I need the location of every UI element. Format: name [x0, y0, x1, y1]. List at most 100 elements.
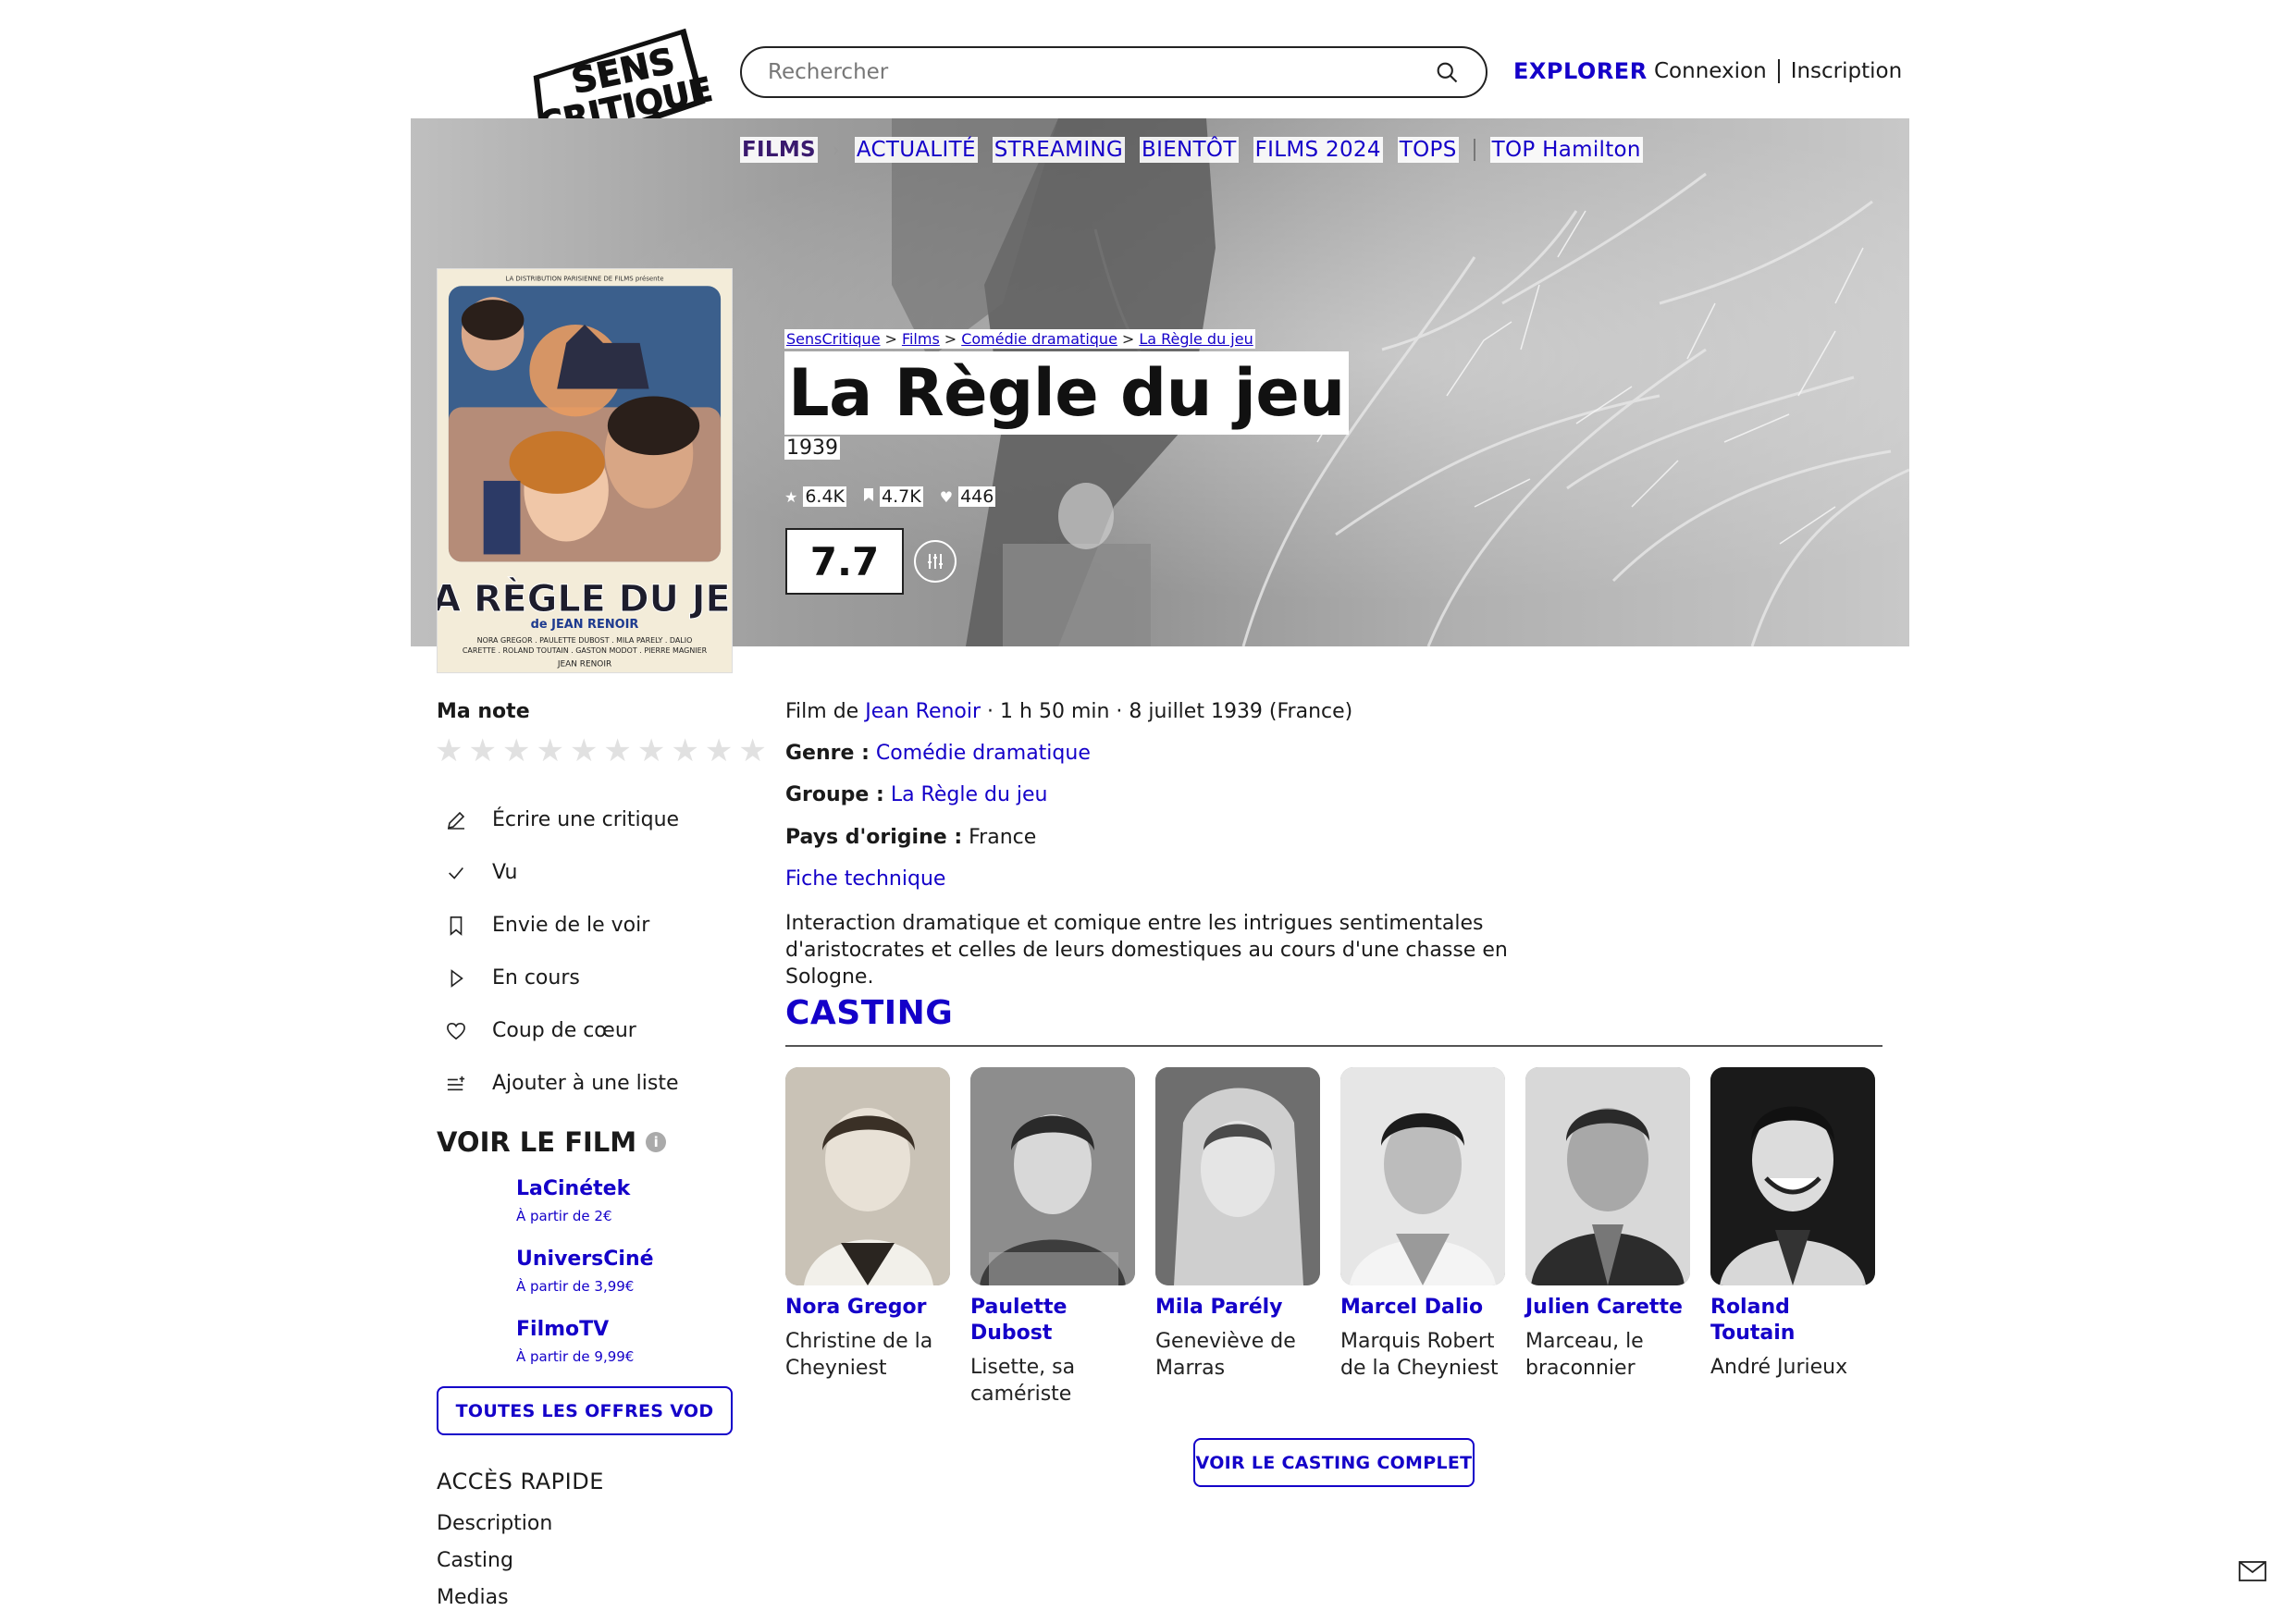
check-icon: [444, 861, 468, 885]
rating-star-icon[interactable]: ★: [738, 734, 766, 768]
page-title: La Règle du jeu: [784, 351, 1349, 435]
wishlist-button[interactable]: Envie de le voir: [444, 899, 679, 952]
nav-films-2024[interactable]: FILMS 2024: [1253, 137, 1383, 163]
actor-name[interactable]: Paulette Dubost: [970, 1295, 1135, 1346]
my-rating-label: Ma note: [437, 700, 530, 723]
chevron-right-icon: ›: [832, 139, 840, 161]
add-to-list-button[interactable]: Ajouter à une liste: [444, 1057, 679, 1110]
cast-card[interactable]: Mila Parély Geneviève de Marras: [1155, 1067, 1320, 1382]
full-casting-button[interactable]: VOIR LE CASTING COMPLET: [1193, 1438, 1475, 1487]
mail-icon[interactable]: [2239, 1561, 2266, 1581]
heart-icon: ♥: [939, 487, 954, 506]
nav-streaming[interactable]: STREAMING: [992, 137, 1126, 163]
rating-star-icon[interactable]: ★: [570, 734, 598, 768]
svg-text:JEAN RENOIR: JEAN RENOIR: [557, 660, 611, 670]
star-icon: ★: [784, 487, 798, 506]
actor-name[interactable]: Roland Toutain: [1710, 1295, 1875, 1346]
actor-name[interactable]: Julien Carette: [1525, 1295, 1690, 1321]
seen-button[interactable]: Vu: [444, 846, 679, 899]
group-link[interactable]: La Règle du jeu: [891, 783, 1048, 806]
rating-star-icon[interactable]: ★: [468, 734, 496, 768]
character-name: Christine de la Cheyniest: [785, 1330, 933, 1380]
cast-card[interactable]: Paulette Dubost Lisette, sa camériste: [970, 1067, 1135, 1408]
nav-films[interactable]: FILMS: [740, 137, 818, 163]
actor-name[interactable]: Nora Gregor: [785, 1295, 950, 1321]
svg-text:NORA GREGOR . PAULETTE DUBOST: NORA GREGOR . PAULETTE DUBOST . MILA PAR…: [477, 636, 693, 645]
rating-star-icon[interactable]: ★: [705, 734, 733, 768]
list-add-icon: [444, 1072, 468, 1096]
auth-divider: [1777, 59, 1780, 83]
in-progress-button[interactable]: En cours: [444, 952, 679, 1004]
quick-access-description[interactable]: Description: [437, 1512, 552, 1549]
actor-photo[interactable]: [1155, 1067, 1320, 1285]
watch-section-title: VOIR LE FILM i: [437, 1126, 667, 1158]
release-year: 1939: [784, 436, 840, 460]
bookmark-icon: [444, 914, 468, 938]
rating-star-icon[interactable]: ★: [671, 734, 698, 768]
nav-divider: [1473, 139, 1475, 161]
vod-provider[interactable]: LaCinétek À partir de 2€: [516, 1177, 630, 1224]
actor-photo[interactable]: [1340, 1067, 1505, 1285]
actor-photo[interactable]: [1710, 1067, 1875, 1285]
actor-photo[interactable]: [785, 1067, 950, 1285]
casting-title: CASTING: [785, 994, 954, 1032]
actor-name[interactable]: Marcel Dalio: [1340, 1295, 1505, 1321]
genre-link[interactable]: Comédie dramatique: [876, 742, 1091, 765]
rating-star-icon[interactable]: ★: [435, 734, 463, 768]
tech-sheet-link[interactable]: Fiche technique: [785, 867, 945, 891]
explorer-link[interactable]: EXPLORER: [1513, 58, 1648, 84]
breadcrumb: SensCritique > Films > Comédie dramatiqu…: [784, 329, 1255, 349]
cast-card[interactable]: Marcel Dalio Marquis Robert de la Cheyni…: [1340, 1067, 1505, 1382]
rating-distribution-icon[interactable]: [914, 540, 957, 583]
character-name: Marquis Robert de la Cheyniest: [1340, 1330, 1499, 1380]
nav-tops[interactable]: TOPS: [1397, 137, 1459, 163]
movie-poster[interactable]: LA DISTRIBUTION PARISIENNE DE FILMS prés…: [437, 268, 733, 673]
nav-bientot[interactable]: BIENTÔT: [1140, 137, 1239, 163]
nav-top-hamilton[interactable]: TOP Hamilton: [1489, 137, 1643, 163]
my-rating-stars[interactable]: ★ ★ ★ ★ ★ ★ ★ ★ ★ ★: [435, 734, 767, 768]
actor-photo[interactable]: [1525, 1067, 1690, 1285]
svg-text:CARETTE . ROLAND TOUTAIN . GAS: CARETTE . ROLAND TOUTAIN . GASTON MODOT …: [463, 646, 708, 655]
search-icon[interactable]: [1434, 59, 1460, 85]
breadcrumb-current[interactable]: La Règle du jeu: [1137, 329, 1255, 349]
rating-star-icon[interactable]: ★: [502, 734, 530, 768]
quick-access-casting[interactable]: Casting: [437, 1549, 552, 1586]
main-nav: FILMS › ACTUALITÉ STREAMING BIENTÔT FILM…: [740, 137, 1658, 163]
search-input[interactable]: Rechercher: [740, 46, 1487, 98]
cast-card[interactable]: Roland Toutain André Jurieux: [1710, 1067, 1875, 1381]
breadcrumb-genre[interactable]: Comédie dramatique: [959, 329, 1119, 349]
rating-star-icon[interactable]: ★: [603, 734, 631, 768]
actor-photo[interactable]: [970, 1067, 1135, 1285]
favorite-button[interactable]: Coup de cœur: [444, 1004, 679, 1057]
cast-card[interactable]: Julien Carette Marceau, le braconnier: [1525, 1067, 1690, 1382]
casting-divider: [785, 1045, 1882, 1047]
group-row: Groupe : La Règle du jeu: [785, 783, 1048, 806]
character-name: Marceau, le braconnier: [1525, 1330, 1644, 1380]
actor-name[interactable]: Mila Parély: [1155, 1295, 1320, 1321]
write-review-button[interactable]: Écrire une critique: [444, 793, 679, 846]
signup-link[interactable]: Inscription: [1791, 59, 1903, 83]
quick-access-list: Description Casting Medias: [437, 1512, 552, 1623]
info-icon[interactable]: i: [646, 1132, 667, 1152]
movie-stats: ★ 6.4K 4.7K ♥ 446: [784, 486, 996, 507]
director-link[interactable]: Jean Renoir: [865, 700, 981, 723]
quick-access-title: ACCÈS RAPIDE: [437, 1469, 604, 1494]
rating-star-icon[interactable]: ★: [536, 734, 563, 768]
breadcrumb-senscritique[interactable]: SensCritique: [784, 329, 883, 349]
cast-card[interactable]: Nora Gregor Christine de la Cheyniest: [785, 1067, 950, 1382]
vod-provider[interactable]: UniversCiné À partir de 3,99€: [516, 1248, 654, 1295]
svg-text:LA RÈGLE DU JEU: LA RÈGLE DU JEU: [438, 577, 732, 621]
svg-text:LA DISTRIBUTION PARISIENNE DE: LA DISTRIBUTION PARISIENNE DE FILMS prés…: [505, 275, 663, 282]
average-score[interactable]: 7.7: [785, 528, 904, 595]
bookmark-icon: [863, 487, 874, 506]
heart-icon: [444, 1019, 468, 1043]
quick-access-medias[interactable]: Medias: [437, 1586, 552, 1623]
login-link[interactable]: Connexion: [1654, 59, 1767, 83]
vod-provider[interactable]: FilmoTV À partir de 9,99€: [516, 1318, 634, 1365]
breadcrumb-films[interactable]: Films: [899, 329, 942, 349]
auth-links: Connexion Inscription: [1654, 59, 1902, 83]
nav-actualite[interactable]: ACTUALITÉ: [854, 137, 978, 163]
all-vod-offers-button[interactable]: TOUTES LES OFFRES VOD: [437, 1386, 733, 1435]
play-icon: [444, 966, 468, 990]
rating-star-icon[interactable]: ★: [637, 734, 665, 768]
